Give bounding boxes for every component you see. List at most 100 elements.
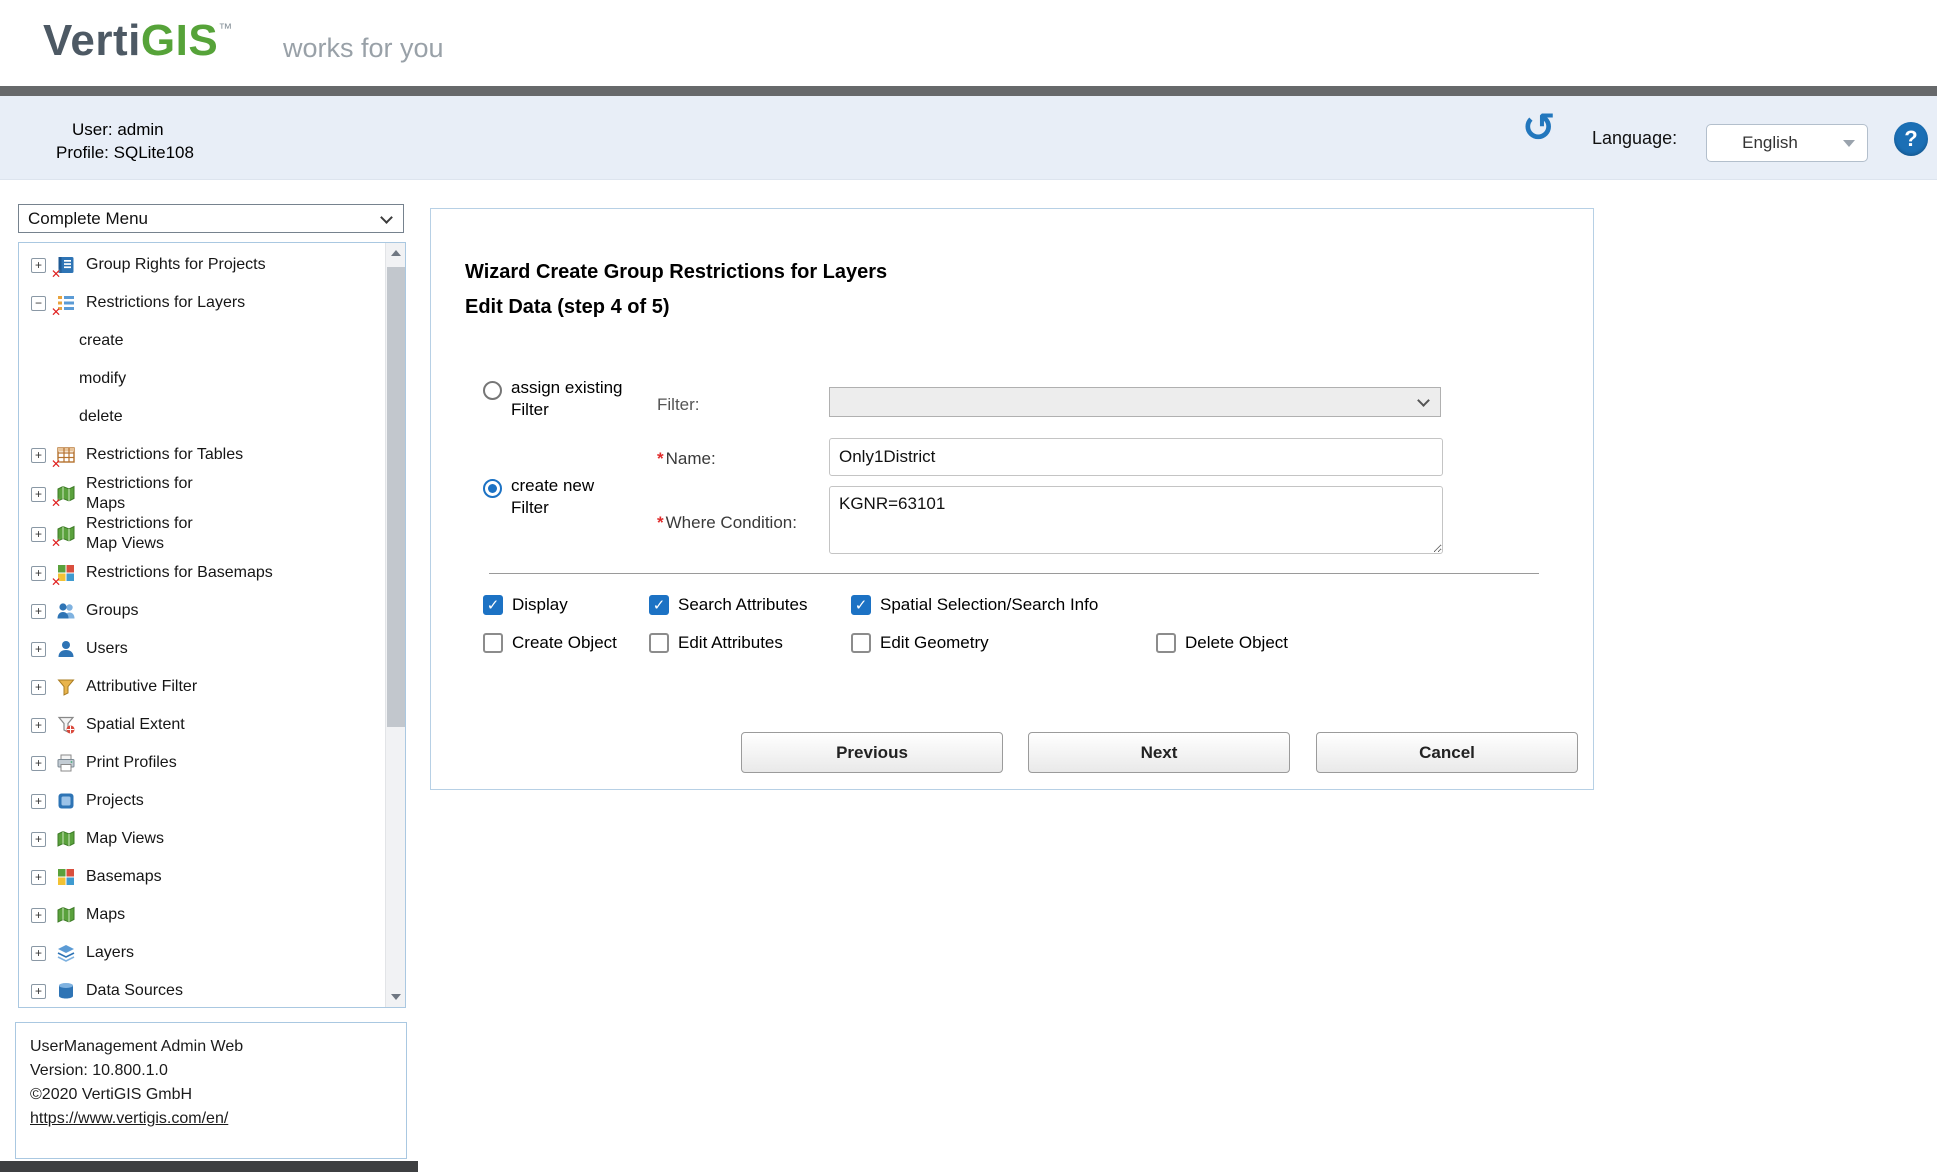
expand-toggle[interactable]: + [31, 258, 46, 273]
checkbox[interactable]: ✓ [1156, 633, 1176, 653]
checkbox-edit-geometry[interactable]: ✓ Edit Geometry [851, 633, 989, 653]
cancel-button[interactable]: Cancel [1316, 732, 1578, 773]
expand-toggle[interactable]: + [31, 908, 46, 923]
sidebar-item-basemaps[interactable]: + Basemaps [19, 858, 385, 896]
checkbox[interactable]: ✓ [483, 633, 503, 653]
expand-toggle[interactable]: + [31, 642, 46, 657]
checkbox-label: Delete Object [1185, 633, 1288, 653]
checkbox-delete-object[interactable]: ✓ Delete Object [1156, 633, 1288, 653]
wizard-panel: Wizard Create Group Restrictions for Lay… [430, 208, 1594, 790]
filter-label: Filter: [657, 395, 700, 415]
profile-label: Profile: SQLite108 [56, 141, 194, 164]
navigation-tree: + Group Rights for Projects − Restrictio… [19, 246, 385, 1008]
expand-toggle[interactable]: + [31, 794, 46, 809]
scroll-up-arrow-icon[interactable] [386, 243, 406, 263]
navigation-tree-panel: + Group Rights for Projects − Restrictio… [18, 242, 406, 1008]
sidebar-item-restrictions-for-basemaps[interactable]: + Restrictions for Basemaps [19, 554, 385, 592]
help-button[interactable]: ? [1894, 122, 1928, 156]
checkbox-label: Edit Geometry [880, 633, 989, 653]
checkbox-spatial-selection-search-info[interactable]: ✓ Spatial Selection/Search Info [851, 595, 1098, 615]
checkbox-create-object[interactable]: ✓ Create Object [483, 633, 617, 653]
assign-existing-label: assign existing Filter [511, 377, 643, 421]
layers-icon [56, 943, 76, 963]
sidebar-item-groups[interactable]: + Groups [19, 592, 385, 630]
checkbox[interactable]: ✓ [483, 595, 503, 615]
header-divider-bar [0, 86, 1937, 96]
sidebar-item-group-rights-for-projects[interactable]: + Group Rights for Projects [19, 246, 385, 284]
sidebar-item-restrictions-for-maps[interactable]: + Restrictions for Maps [19, 474, 385, 514]
expand-toggle[interactable]: + [31, 680, 46, 695]
checkbox-search-attributes[interactable]: ✓ Search Attributes [649, 595, 807, 615]
checkbox-display[interactable]: ✓ Display [483, 595, 568, 615]
checkbox-edit-attributes[interactable]: ✓ Edit Attributes [649, 633, 783, 653]
checkbox[interactable]: ✓ [649, 595, 669, 615]
sidebar-item-layers[interactable]: + Layers [19, 934, 385, 972]
name-input[interactable] [829, 438, 1443, 476]
vertigis-link[interactable]: https://www.vertigis.com/en/ [30, 1110, 228, 1127]
restrictions-layers-icon [56, 293, 76, 313]
data-sources-icon [56, 981, 76, 1001]
refresh-icon[interactable]: ↺ [1522, 106, 1556, 150]
expand-toggle[interactable]: + [31, 832, 46, 847]
sidebar-item-label: delete [79, 407, 123, 427]
language-label: Language: [1592, 128, 1677, 149]
expand-toggle[interactable]: + [31, 946, 46, 961]
sidebar-item-projects[interactable]: + Projects [19, 782, 385, 820]
sidebar-item-label: Map Views [86, 829, 164, 849]
scrollbar-thumb[interactable] [387, 267, 405, 727]
expand-toggle[interactable]: + [31, 870, 46, 885]
collapse-toggle[interactable]: − [31, 296, 46, 311]
user-label: User: admin [56, 118, 194, 141]
printer-icon [56, 753, 76, 773]
sidebar-item-modify[interactable]: modify [19, 360, 385, 398]
language-value: English [1707, 133, 1833, 153]
sidebar-item-users[interactable]: + Users [19, 630, 385, 668]
assign-existing-radio[interactable] [483, 381, 502, 400]
sidebar-item-label: Spatial Extent [86, 715, 185, 735]
sidebar-item-label: Print Profiles [86, 753, 177, 773]
checkbox[interactable]: ✓ [649, 633, 669, 653]
checkbox[interactable]: ✓ [851, 595, 871, 615]
sidebar-item-print-profiles[interactable]: + Print Profiles [19, 744, 385, 782]
sidebar-item-label: Layers [86, 943, 134, 963]
next-button[interactable]: Next [1028, 732, 1290, 773]
expand-toggle[interactable]: + [31, 984, 46, 999]
sidebar-item-create[interactable]: create [19, 322, 385, 360]
sidebar-item-maps[interactable]: + Maps [19, 896, 385, 934]
expand-toggle[interactable]: + [31, 718, 46, 733]
sidebar-item-restrictions-for-map-views[interactable]: + Restrictions for Map Views [19, 514, 385, 554]
sidebar-item-spatial-extent[interactable]: + Spatial Extent [19, 706, 385, 744]
projects-icon [56, 791, 76, 811]
create-new-radio[interactable] [483, 479, 502, 498]
wizard-title-block: Wizard Create Group Restrictions for Lay… [465, 255, 887, 325]
sidebar-item-restrictions-for-tables[interactable]: + Restrictions for Tables [19, 436, 385, 474]
sidebar-item-map-views[interactable]: + Map Views [19, 820, 385, 858]
spatial-extent-icon [56, 715, 76, 735]
expand-toggle[interactable]: + [31, 604, 46, 619]
scroll-down-arrow-icon[interactable] [386, 987, 406, 1007]
expand-toggle[interactable]: + [31, 487, 46, 502]
session-info: User: admin Profile: SQLite108 [56, 118, 194, 164]
filter-dropdown[interactable] [829, 387, 1441, 417]
expand-toggle[interactable]: + [31, 527, 46, 542]
sidebar-item-attributive-filter[interactable]: + Attributive Filter [19, 668, 385, 706]
sidebar-item-label: Groups [86, 601, 138, 621]
user-icon [56, 639, 76, 659]
required-marker: * [657, 513, 664, 532]
menu-mode-select[interactable]: Complete Menu [18, 204, 404, 233]
app-window: VertiGIS™ works for you User: admin Prof… [0, 0, 1937, 1172]
checkbox[interactable]: ✓ [851, 633, 871, 653]
restrictions-map-views-icon [56, 524, 76, 544]
expand-toggle[interactable]: + [31, 566, 46, 581]
vertigis-logo: VertiGIS™ [43, 16, 233, 66]
sidebar-item-delete[interactable]: delete [19, 398, 385, 436]
expand-toggle[interactable]: + [31, 756, 46, 771]
menu-mode-value: Complete Menu [28, 209, 148, 229]
sidebar-item-data-sources[interactable]: + Data Sources [19, 972, 385, 1008]
sidebar-item-restrictions-for-layers[interactable]: − Restrictions for Layers [19, 284, 385, 322]
where-condition-textarea[interactable]: KGNR=63101 [829, 486, 1443, 554]
previous-button[interactable]: Previous [741, 732, 1003, 773]
expand-toggle[interactable]: + [31, 448, 46, 463]
language-dropdown[interactable]: English [1706, 124, 1868, 162]
sidebar-scrollbar[interactable] [385, 243, 405, 1007]
